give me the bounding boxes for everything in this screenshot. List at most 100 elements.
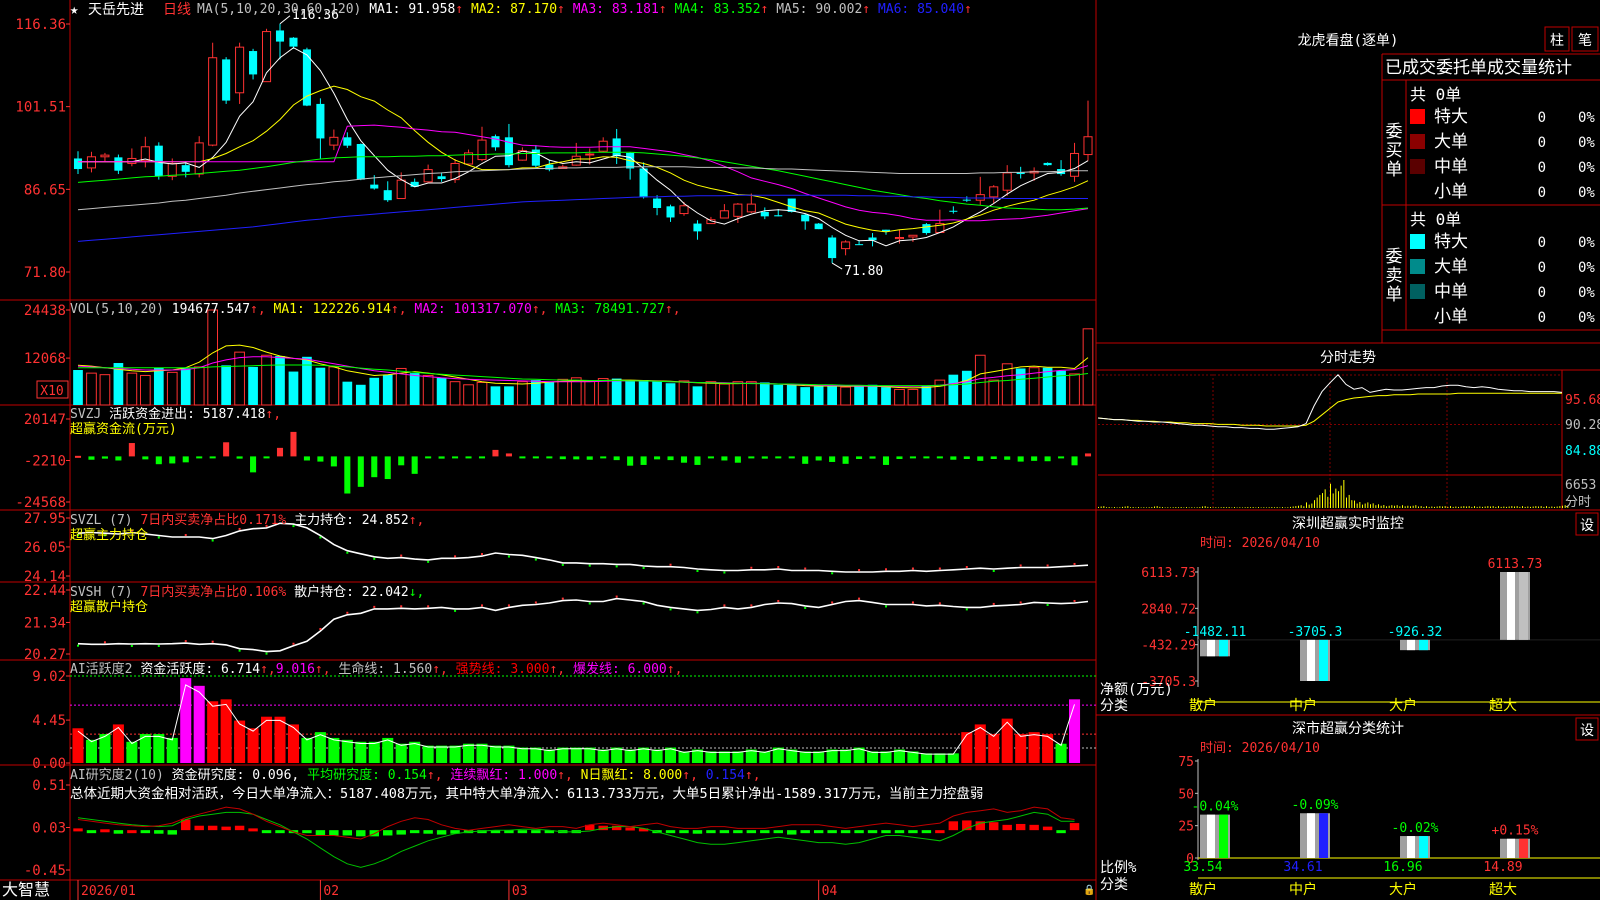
activity-bar[interactable] bbox=[638, 747, 650, 763]
fund-flow-bar[interactable] bbox=[142, 456, 149, 460]
volume-bar[interactable] bbox=[517, 381, 528, 406]
volume-bar[interactable] bbox=[382, 374, 393, 405]
volume-bar[interactable] bbox=[126, 372, 138, 406]
fund-flow-bar[interactable] bbox=[829, 456, 836, 462]
volume-bar[interactable] bbox=[921, 386, 932, 405]
class-bar[interactable] bbox=[1400, 836, 1430, 858]
candle[interactable] bbox=[571, 155, 581, 166]
candle[interactable] bbox=[746, 203, 756, 213]
fund-flow-bar[interactable] bbox=[936, 456, 943, 459]
monitor-bar[interactable] bbox=[1200, 639, 1230, 657]
fund-flow-bar[interactable] bbox=[977, 456, 984, 461]
activity-bar[interactable] bbox=[570, 747, 582, 763]
activity-bar[interactable] bbox=[247, 728, 259, 763]
activity-bar[interactable] bbox=[355, 741, 367, 763]
volume-bar[interactable] bbox=[894, 388, 905, 406]
fund-flow-bar[interactable] bbox=[923, 456, 930, 459]
candle[interactable] bbox=[423, 169, 433, 183]
candle[interactable] bbox=[249, 51, 258, 75]
activity-bar[interactable] bbox=[867, 751, 879, 763]
fund-flow-bar[interactable] bbox=[101, 456, 108, 459]
volume-bar[interactable] bbox=[988, 379, 1000, 406]
research-bar[interactable] bbox=[207, 825, 218, 831]
volume-bar[interactable] bbox=[854, 386, 864, 405]
research-bar[interactable] bbox=[1015, 823, 1026, 831]
activity-bar[interactable] bbox=[328, 737, 340, 763]
candle[interactable] bbox=[261, 31, 272, 83]
research-bar[interactable] bbox=[383, 830, 393, 836]
volume-bar[interactable] bbox=[422, 374, 434, 406]
candle[interactable] bbox=[370, 184, 379, 189]
candle[interactable] bbox=[855, 244, 864, 246]
activity-bar[interactable] bbox=[920, 753, 932, 763]
fund-flow-bar[interactable] bbox=[196, 456, 203, 459]
research-bar[interactable] bbox=[261, 830, 272, 834]
fund-flow-bar[interactable] bbox=[1031, 456, 1038, 461]
activity-bar[interactable] bbox=[234, 720, 246, 763]
activity-bar[interactable] bbox=[503, 745, 515, 763]
volume-bar[interactable] bbox=[732, 381, 744, 406]
fund-flow-bar[interactable] bbox=[371, 456, 378, 478]
candle[interactable] bbox=[73, 158, 83, 170]
activity-bar[interactable] bbox=[718, 751, 730, 763]
fund-flow-bar[interactable] bbox=[438, 456, 445, 459]
research-bar[interactable] bbox=[140, 830, 151, 834]
activity-bar[interactable] bbox=[476, 743, 488, 763]
volume-bar[interactable] bbox=[193, 366, 205, 406]
candle[interactable] bbox=[841, 241, 851, 250]
fund-flow-bar[interactable] bbox=[519, 456, 526, 459]
fund-flow-bar[interactable] bbox=[559, 456, 566, 460]
research-bar[interactable] bbox=[665, 830, 676, 834]
fund-flow-bar[interactable] bbox=[734, 456, 741, 463]
candle[interactable] bbox=[989, 186, 999, 198]
volume-bar[interactable] bbox=[86, 372, 97, 406]
volume-bar[interactable] bbox=[827, 384, 837, 405]
activity-bar[interactable] bbox=[961, 732, 973, 763]
candle[interactable] bbox=[666, 206, 675, 218]
activity-bar[interactable] bbox=[840, 749, 852, 763]
fund-flow-bar[interactable] bbox=[990, 456, 997, 459]
fund-flow-bar[interactable] bbox=[573, 456, 580, 460]
activity-bar[interactable] bbox=[516, 747, 528, 763]
volume-bar[interactable] bbox=[961, 370, 972, 405]
fund-flow-bar[interactable] bbox=[546, 456, 553, 459]
volume-bar[interactable] bbox=[934, 379, 946, 406]
volume-bar[interactable] bbox=[867, 384, 878, 405]
volume-bar[interactable] bbox=[288, 371, 299, 405]
fund-flow-bar[interactable] bbox=[357, 456, 364, 487]
research-bar[interactable] bbox=[692, 830, 703, 834]
volume-bar[interactable] bbox=[544, 381, 555, 405]
volume-bar[interactable] bbox=[409, 373, 420, 405]
candle[interactable] bbox=[235, 46, 245, 94]
fund-flow-bar[interactable] bbox=[74, 455, 82, 458]
fund-flow-bar[interactable] bbox=[963, 456, 970, 459]
research-bar[interactable] bbox=[625, 827, 635, 831]
activity-bar[interactable] bbox=[1055, 743, 1067, 763]
volume-bar[interactable] bbox=[449, 381, 461, 406]
volume-bar[interactable] bbox=[948, 374, 959, 405]
activity-bar[interactable] bbox=[732, 751, 744, 763]
candle[interactable] bbox=[598, 140, 608, 152]
candle[interactable] bbox=[114, 157, 123, 171]
research-bar[interactable] bbox=[315, 830, 326, 836]
research-bar[interactable] bbox=[423, 830, 433, 834]
fund-flow-bar[interactable] bbox=[721, 456, 728, 461]
activity-bar[interactable] bbox=[449, 745, 461, 763]
fund-flow-bar[interactable] bbox=[694, 456, 701, 465]
candle[interactable] bbox=[922, 224, 931, 234]
candle[interactable] bbox=[1002, 172, 1012, 191]
candle[interactable] bbox=[962, 199, 971, 201]
research-bar[interactable] bbox=[167, 830, 177, 835]
research-bar[interactable] bbox=[86, 830, 97, 834]
lock-icon[interactable]: 🔒 bbox=[1083, 884, 1095, 896]
volume-bar[interactable] bbox=[611, 378, 622, 405]
volume-bar[interactable] bbox=[773, 384, 784, 405]
research-bar[interactable] bbox=[127, 830, 137, 834]
volume-bar[interactable] bbox=[180, 368, 191, 405]
candle[interactable] bbox=[733, 203, 743, 217]
research-bar[interactable] bbox=[194, 825, 204, 831]
activity-bar[interactable] bbox=[947, 753, 959, 763]
research-bar[interactable] bbox=[935, 830, 945, 834]
fund-flow-bar[interactable] bbox=[667, 456, 674, 461]
fund-flow-bar[interactable] bbox=[344, 456, 351, 494]
